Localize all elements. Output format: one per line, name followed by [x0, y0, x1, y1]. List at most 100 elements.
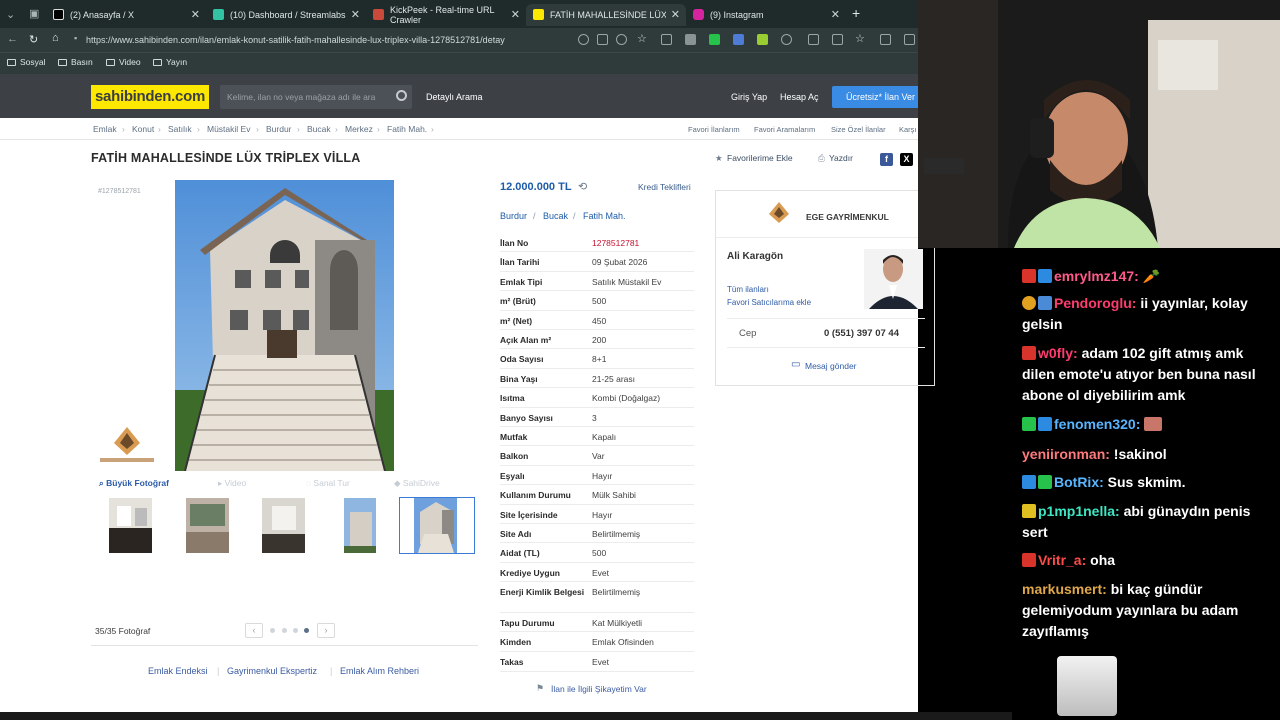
- bookmark-folder[interactable]: Video: [106, 57, 141, 67]
- photo-thumbnail[interactable]: [344, 498, 376, 553]
- page-dot[interactable]: [282, 628, 287, 633]
- founder-badge-icon: [1022, 504, 1036, 518]
- close-tab-icon[interactable]: ✕: [511, 8, 520, 21]
- bookmark-star-icon[interactable]: ☆: [637, 32, 647, 45]
- previous-page-button[interactable]: ‹: [245, 623, 263, 638]
- chat-text: Sus skmim.: [1107, 474, 1186, 490]
- breadcrumb-item[interactable]: Müstakil Ev: [207, 124, 250, 134]
- close-tab-icon[interactable]: ✕: [831, 8, 840, 21]
- breadcrumb-item[interactable]: Fatih Mah.: [387, 124, 427, 134]
- photo-thumbnail[interactable]: [186, 498, 229, 553]
- spec-row: Bina Yaşı 21-25 arası: [500, 369, 694, 388]
- spec-key: Aidat (TL): [500, 548, 540, 558]
- extension-icon[interactable]: [709, 34, 720, 45]
- site-logo[interactable]: sahibinden.com: [91, 85, 209, 109]
- x-share-icon[interactable]: X: [900, 153, 913, 166]
- breadcrumb-item[interactable]: Konut: [132, 124, 154, 134]
- extension-icon[interactable]: [757, 34, 768, 45]
- tab-menu-icon[interactable]: ⌄: [6, 8, 15, 21]
- footer-link[interactable]: Emlak Endeksi: [148, 666, 208, 676]
- spec-value: Kat Mülkiyetli: [592, 618, 643, 628]
- location-link[interactable]: Fatih Mah.: [583, 211, 626, 221]
- settings-icon[interactable]: [904, 34, 915, 45]
- tab-kickpeek[interactable]: KickPeek - Real-time URL Crawler ✕: [366, 4, 526, 26]
- post-listing-button[interactable]: Ücretsiz* İlan Ver: [832, 86, 918, 108]
- agency-name[interactable]: EGE GAYRİMENKUL: [806, 212, 889, 222]
- breadcrumb-item[interactable]: Emlak: [93, 124, 117, 134]
- moderator-badge-icon: [1022, 553, 1036, 567]
- tab-x[interactable]: (2) Anasayfa / X ✕: [46, 4, 206, 26]
- location-link[interactable]: Burdur: [500, 211, 527, 221]
- favorites-icon[interactable]: [832, 34, 843, 45]
- chat-username: yeniironman:: [1022, 446, 1110, 462]
- spec-row: Site İçerisinde Hayır: [500, 505, 694, 524]
- favorite-searches-link[interactable]: Favori Aramalarım: [754, 125, 815, 134]
- credit-offers-link[interactable]: Kredi Teklifleri: [638, 182, 691, 192]
- tab-strip: ⌄ ▣ (2) Anasayfa / X ✕ (10) Dashboard / …: [0, 0, 918, 28]
- photo-thumbnail[interactable]: [262, 498, 305, 553]
- extension-icon[interactable]: [661, 34, 672, 45]
- favorite-listings-link[interactable]: Favori İlanlarım: [688, 125, 740, 134]
- breadcrumb-item[interactable]: Bucak: [307, 124, 331, 134]
- close-tab-icon[interactable]: ✕: [671, 8, 680, 21]
- personalized-listings-link[interactable]: Size Özel İlanlar: [831, 125, 886, 134]
- zoom-icon[interactable]: [578, 34, 589, 45]
- add-favorite-link[interactable]: Favorilerime Ekle: [727, 153, 793, 163]
- collections-icon[interactable]: ☆: [855, 32, 865, 45]
- location-separator: /: [533, 211, 536, 221]
- extension-icon[interactable]: [685, 34, 696, 45]
- detailed-search-link[interactable]: Detaylı Arama: [426, 92, 483, 102]
- breadcrumb-item[interactable]: Merkez: [345, 124, 373, 134]
- send-message-link[interactable]: Mesaj gönder: [805, 361, 857, 371]
- page-dot[interactable]: [270, 628, 275, 633]
- footer-link[interactable]: Emlak Alım Rehberi: [340, 666, 419, 676]
- spec-key: Bina Yaşı: [500, 374, 538, 384]
- split-view-icon[interactable]: [808, 34, 819, 45]
- breadcrumb-item[interactable]: Burdur: [266, 124, 292, 134]
- page-dot[interactable]: [293, 628, 298, 633]
- large-photo-tab[interactable]: ⌕ Büyük Fotoğraf: [99, 478, 169, 489]
- print-link[interactable]: Yazdır: [829, 153, 853, 163]
- browser-essentials-icon[interactable]: [880, 34, 891, 45]
- all-listings-link[interactable]: Tüm ilanları: [727, 285, 769, 294]
- location-link[interactable]: Bucak: [543, 211, 568, 221]
- main-photo[interactable]: [175, 180, 394, 471]
- search-icon[interactable]: [396, 90, 407, 101]
- back-icon[interactable]: ←: [7, 33, 18, 45]
- close-tab-icon[interactable]: ✕: [191, 8, 200, 21]
- breadcrumb-item[interactable]: Satılık: [168, 124, 192, 134]
- spec-value: Evet: [592, 657, 610, 667]
- footer-link[interactable]: Gayrimenkul Ekspertiz: [227, 666, 317, 676]
- facebook-icon[interactable]: f: [880, 153, 893, 166]
- bookmark-folder[interactable]: Sosyal: [7, 57, 46, 67]
- new-tab-button[interactable]: +: [852, 5, 860, 21]
- reader-icon[interactable]: [616, 34, 627, 45]
- tab-instagram[interactable]: (9) Instagram ✕: [686, 4, 846, 26]
- page-dot-active[interactable]: [304, 628, 309, 633]
- search-input[interactable]: Kelime, ilan no veya mağaza adı ile ara: [220, 85, 412, 109]
- folder-icon: [7, 58, 16, 66]
- close-tab-icon[interactable]: ✕: [351, 8, 360, 21]
- favorite-seller-link[interactable]: Favori Satıcılarıma ekle: [727, 298, 811, 307]
- login-link[interactable]: Giriş Yap: [731, 92, 767, 102]
- phone-number[interactable]: 0 (551) 397 07 44: [824, 328, 899, 339]
- home-icon[interactable]: ⌂: [52, 32, 59, 44]
- url-field[interactable]: https://www.sahibinden.com/ilan/emlak-ko…: [86, 32, 566, 48]
- next-page-button[interactable]: ›: [317, 623, 335, 638]
- extension-icon[interactable]: [781, 34, 792, 45]
- extension-icon[interactable]: [733, 34, 744, 45]
- bookmark-folder[interactable]: Yayın: [153, 57, 187, 67]
- register-link[interactable]: Hesap Aç: [780, 92, 819, 102]
- bookmark-folder[interactable]: Basın: [58, 57, 93, 67]
- compare-link[interactable]: Karşı: [899, 125, 917, 134]
- price-history-icon[interactable]: ⟲: [578, 180, 587, 193]
- reload-icon[interactable]: ↻: [29, 33, 38, 46]
- workspaces-icon[interactable]: ▣: [29, 7, 39, 20]
- photo-thumbnail[interactable]: [109, 498, 152, 553]
- report-listing-link[interactable]: İlan ile İlgili Şikayetim Var: [551, 684, 647, 694]
- tab-sahibinden[interactable]: FATİH MAHALLESİNDE LÜX TRİPLE ✕: [526, 4, 686, 26]
- bookmark-label: Video: [119, 57, 141, 67]
- spec-value: 500: [592, 548, 607, 558]
- tab-streamlabs[interactable]: (10) Dashboard / Streamlabs ✕: [206, 4, 366, 26]
- translate-icon[interactable]: [597, 34, 608, 45]
